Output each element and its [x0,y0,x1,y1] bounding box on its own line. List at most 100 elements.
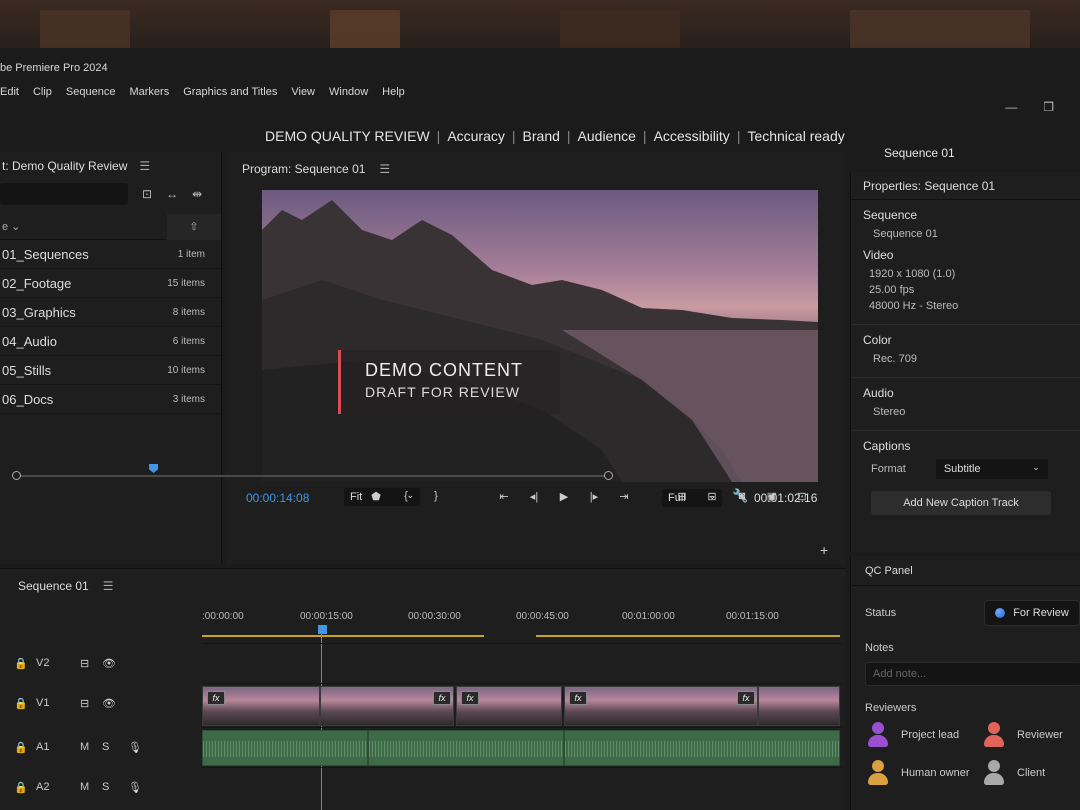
mute-button[interactable]: M [80,781,102,793]
track-a1[interactable] [202,727,842,767]
lock-icon[interactable]: 🔒 [14,657,36,670]
bin-row[interactable]: 05_Stills 10 items [0,356,221,385]
current-timecode[interactable]: 00:00:14:08 [246,491,309,505]
menu-window[interactable]: Window [329,86,368,104]
eye-icon[interactable]: 👁 [102,657,116,670]
notes-input[interactable]: Add note... [865,662,1080,686]
panel-menu-icon[interactable]: ☰ [379,162,390,176]
mark-out-icon[interactable]: } [430,490,442,503]
audio-clip[interactable] [202,730,368,766]
mark-in-icon[interactable]: { [400,490,412,503]
caption-format-select[interactable]: Subtitle ⌄ [935,459,1048,479]
out-point-handle[interactable] [604,471,613,480]
add-marker-icon[interactable]: ⬟ [370,490,382,503]
workspace-demo-quality-review[interactable]: DEMO QUALITY REVIEW [258,128,437,144]
video-fps: 25.00 fps [869,284,915,296]
export-frame-icon[interactable]: ◙ [736,490,748,503]
output-icon[interactable]: ⊡ [796,490,808,503]
menu-help[interactable]: Help [382,86,405,104]
play-icon[interactable]: ▶ [558,490,570,503]
mute-button[interactable]: M [80,741,102,753]
track-a2[interactable] [202,767,842,807]
sync-lock-icon[interactable]: ⊟ [80,697,102,710]
audio-clip[interactable] [564,730,840,766]
panel-menu-icon[interactable]: ☰ [139,159,150,173]
menu-clip[interactable]: Clip [33,86,52,104]
panel-menu-icon[interactable]: ☰ [103,579,114,593]
track-name: V2 [36,657,50,669]
go-to-out-icon[interactable]: ⇥ [618,490,630,503]
audio-clip[interactable] [368,730,564,766]
sync-lock-icon[interactable]: ⊟ [80,657,102,670]
lock-icon[interactable]: 🔒 [14,781,36,794]
sort-icon[interactable]: ⇧ [167,213,221,240]
menu-markers[interactable]: Markers [129,86,169,104]
add-button-icon[interactable]: + [820,542,828,558]
track-header-a1: 🔒 A1 M S 🎙 [14,727,200,767]
bin-row[interactable]: 04_Audio 6 items [0,327,221,356]
bin-row[interactable]: 03_Graphics 8 items [0,298,221,327]
workspace-accuracy[interactable]: Accuracy [440,128,512,144]
track-header-v1: 🔒 V1 ⊟ 👁 [14,683,200,723]
name-column-header[interactable]: e ⌄ [0,220,167,233]
bin-row[interactable]: 02_Footage 15 items [0,269,221,298]
track-v1[interactable]: fx fx fx fx fx [202,683,842,726]
restore-icon[interactable]: ❐ [1043,100,1054,114]
compare-icon[interactable]: ▣ [766,490,778,503]
go-to-in-icon[interactable]: ⇤ [498,490,510,503]
microphone-icon[interactable]: 🎙 [128,781,142,794]
video-frame[interactable]: DEMO CONTENT DRAFT FOR REVIEW [262,190,818,482]
video-clip[interactable]: fx [202,686,320,726]
lock-icon[interactable]: 🔒 [14,741,36,754]
app-title: be Premiere Pro 2024 [0,62,108,74]
status-select[interactable]: For Review [984,600,1080,626]
minimize-icon[interactable]: — [1005,100,1017,114]
menu-view[interactable]: View [291,86,315,104]
reviewer-item[interactable]: Client [983,760,1080,786]
reviewer-item[interactable]: Human owner [867,760,983,786]
fit-columns-icon[interactable]: ↔ [166,187,178,201]
reviewer-item[interactable]: Project lead [867,722,983,748]
new-bin-icon[interactable]: ⊡ [142,187,152,201]
audio-heading: Audio [863,386,894,400]
video-clip[interactable] [758,686,840,726]
video-clip[interactable]: fx [320,686,454,726]
video-clip[interactable]: fx [456,686,562,726]
sequence-section: Sequence Sequence 01 Video 1920 x 1080 (… [851,200,1080,325]
program-scrubber[interactable] [12,464,613,480]
timeline-playhead-handle[interactable] [318,625,327,634]
solo-button[interactable]: S [102,781,128,793]
work-area-bar[interactable] [202,635,840,637]
step-forward-icon[interactable]: |▸ [588,490,600,503]
time-ruler[interactable]: :00:00:00 00:00:15:00 00:00:30:00 00:00:… [202,611,842,641]
playhead-marker[interactable] [149,464,158,473]
lock-icon[interactable]: 🔒 [14,697,36,710]
scrub-bar [16,475,610,477]
reviewer-item[interactable]: Reviewer [983,722,1080,748]
step-back-icon[interactable]: ◂| [528,490,540,503]
microphone-icon[interactable]: 🎙 [128,741,142,754]
solo-button[interactable]: S [102,741,128,753]
project-search-input[interactable] [0,183,128,205]
fx-badge: fx [433,691,451,705]
video-audio-rate: 48000 Hz - Stereo [869,300,959,312]
eye-icon[interactable]: 👁 [102,697,116,710]
status-label: Status [865,607,897,619]
menu-graphics-and-titles[interactable]: Graphics and Titles [183,86,277,104]
expand-columns-icon[interactable]: ⇹ [192,187,202,201]
qc-panel: QC Panel Status For Review Notes Add not… [850,556,1080,810]
add-caption-track-button[interactable]: Add New Caption Track [871,491,1051,515]
video-clip[interactable]: fx fx [564,686,758,726]
bin-row[interactable]: 06_Docs 3 items [0,385,221,414]
bin-row[interactable]: 01_Sequences 1 item [0,240,221,269]
workspace-technical-ready[interactable]: Technical ready [740,128,851,144]
menu-sequence[interactable]: Sequence [66,86,116,104]
workspace-accessibility[interactable]: Accessibility [647,128,737,144]
extract-icon[interactable]: ⊟ [706,490,718,503]
workspace-audience[interactable]: Audience [571,128,643,144]
track-v2[interactable] [202,643,842,683]
lift-icon[interactable]: ⊞ [676,490,688,503]
workspace-brand[interactable]: Brand [516,128,567,144]
in-point-handle[interactable] [12,471,21,480]
menu-edit[interactable]: Edit [0,86,19,104]
